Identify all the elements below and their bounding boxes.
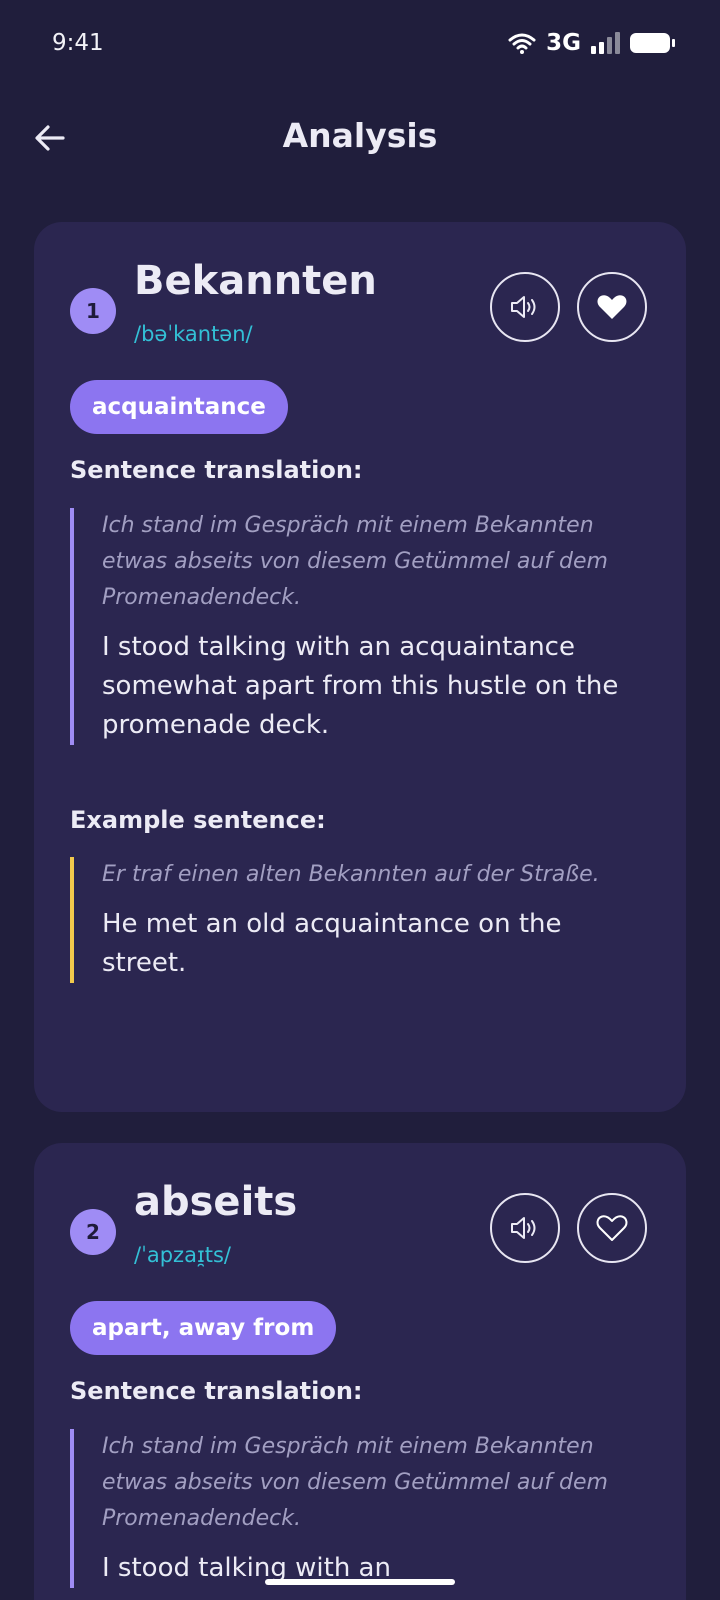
play-audio-button[interactable] [490, 1193, 560, 1263]
wifi-icon [508, 33, 536, 54]
network-type: 3G [546, 30, 581, 56]
sentence-translation-label: Sentence translation: [70, 456, 363, 484]
heart-filled-icon [597, 295, 627, 319]
word-title: abseits [134, 1179, 298, 1225]
analysis-screen: 9:41 3G Analysis 1 Bekannten /bəˈkantən/… [0, 0, 720, 1600]
signal-strength-icon [591, 32, 620, 54]
app-header: Analysis [0, 100, 720, 180]
word-phonetic: /bəˈkantən/ [134, 322, 253, 346]
sentence-translation-block: Ich stand im Gespräch mit einem Bekannte… [70, 508, 630, 745]
sentence-source-text: Ich stand im Gespräch mit einem Bekannte… [102, 1434, 608, 1531]
home-indicator[interactable] [265, 1579, 455, 1585]
speaker-icon [511, 296, 536, 318]
play-audio-button[interactable] [490, 272, 560, 342]
status-indicators: 3G [508, 30, 675, 56]
page-title: Analysis [282, 116, 438, 155]
favorite-button[interactable] [577, 272, 647, 342]
meaning-tag: acquaintance [70, 380, 288, 434]
word-title: Bekannten [134, 258, 377, 304]
sentence-translated-text: I stood talking with an acquaintance som… [102, 632, 619, 740]
meaning-tag: apart, away from [70, 1301, 337, 1355]
sentence-translation-block: Ich stand im Gespräch mit einem Bekannte… [70, 1429, 630, 1588]
word-number-badge: 1 [70, 288, 116, 334]
word-card: 1 Bekannten /bəˈkantən/ acquaintance Sen… [34, 222, 686, 1112]
example-source-text: Er traf einen alten Bekannten auf der St… [102, 862, 600, 887]
word-card: 2 abseits /ˈapzaɪ̯ts/ apart, away from S… [34, 1143, 686, 1600]
example-sentence-block: Er traf einen alten Bekannten auf der St… [70, 857, 630, 983]
status-bar: 9:41 3G [0, 0, 720, 90]
example-sentence-label: Example sentence: [70, 806, 326, 834]
word-phonetic: /ˈapzaɪ̯ts/ [134, 1243, 231, 1267]
example-translated-text: He met an old acquaintance on the street… [102, 909, 562, 978]
status-time: 9:41 [52, 30, 104, 56]
sentence-translation-label: Sentence translation: [70, 1377, 363, 1405]
battery-icon [630, 33, 675, 53]
heart-outline-icon [596, 1215, 628, 1241]
favorite-button[interactable] [577, 1193, 647, 1263]
word-number-badge: 2 [70, 1209, 116, 1255]
sentence-source-text: Ich stand im Gespräch mit einem Bekannte… [102, 513, 608, 610]
speaker-icon [511, 1217, 536, 1239]
